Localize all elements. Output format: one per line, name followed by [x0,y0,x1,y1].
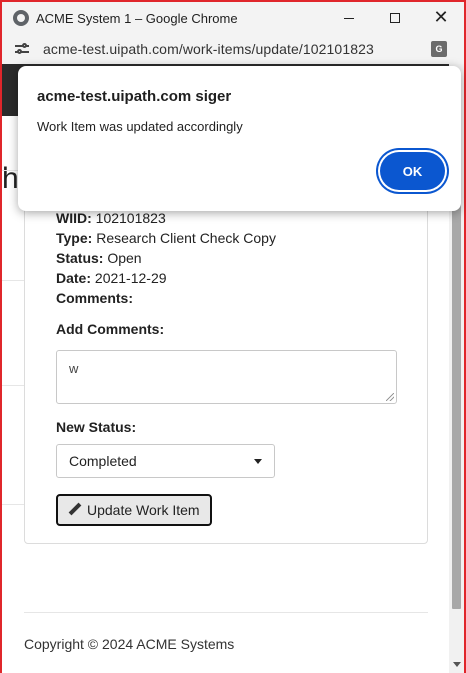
page-heading: h [2,162,19,195]
divider [2,504,24,505]
site-info-icon[interactable] [15,42,31,56]
ok-button[interactable]: OK [380,152,445,190]
date-row: Date: 2021-12-29 [56,270,167,286]
update-button-label: Update Work Item [87,502,200,518]
url-text[interactable]: acme-test.uipath.com/work-items/update/1… [43,41,374,57]
type-label: Type: [56,230,93,246]
maximize-icon [390,13,400,23]
window-title: ACME System 1 – Google Chrome [36,10,238,26]
translate-icon[interactable]: G [431,41,447,57]
comments-label: Comments: [56,290,134,306]
scrollbar-thumb[interactable] [452,164,461,609]
status-value: Open [107,250,142,266]
resize-handle-icon[interactable] [386,393,394,401]
type-row: Type: Research Client Check Copy [56,230,276,246]
browser-window: ACME System 1 – Google Chrome ✕ acme-tes… [0,0,466,673]
footer-divider [24,612,428,613]
comments-row: Comments: [56,290,133,306]
add-comments-textarea[interactable]: w [56,350,397,404]
new-status-select[interactable]: Completed [56,444,275,478]
maximize-button[interactable] [372,2,418,34]
add-comments-label: Add Comments: [56,321,165,337]
wiid-row: WIID: 102101823 [56,210,166,226]
dialog-title: acme-test.uipath.com siger [37,88,232,105]
address-bar[interactable]: acme-test.uipath.com/work-items/update/1… [2,34,464,64]
status-label: Status: [56,250,104,266]
work-item-card: WIID: 102101823 Type: Research Client Ch… [24,182,428,544]
alert-dialog: acme-test.uipath.com siger Work Item was… [18,66,461,211]
date-label: Date: [56,270,92,286]
minimize-icon [344,17,354,19]
close-icon: ✕ [433,7,449,28]
date-value: 2021-12-29 [94,270,167,286]
chrome-icon [13,10,29,26]
divider [2,280,24,281]
wiid-label: WIID: [56,210,92,226]
scroll-down-arrow-icon[interactable] [453,662,461,667]
dialog-message: Work Item was updated accordingly [37,119,243,134]
footer-copyright: Copyright © 2024 ACME Systems [24,636,235,652]
minimize-button[interactable] [326,2,372,34]
title-bar: ACME System 1 – Google Chrome ✕ [2,2,464,34]
window-controls: ✕ [326,2,464,34]
close-button[interactable]: ✕ [418,2,464,34]
update-work-item-button[interactable]: Update Work Item [56,494,212,526]
new-status-selected: Completed [69,453,137,469]
wiid-value: 102101823 [95,210,166,226]
new-status-label: New Status: [56,419,137,435]
divider [2,385,24,386]
type-value: Research Client Check Copy [96,230,276,246]
status-row: Status: Open [56,250,142,266]
add-comments-value: w [69,361,79,376]
pencil-icon [68,503,82,517]
caret-down-icon [254,459,262,464]
